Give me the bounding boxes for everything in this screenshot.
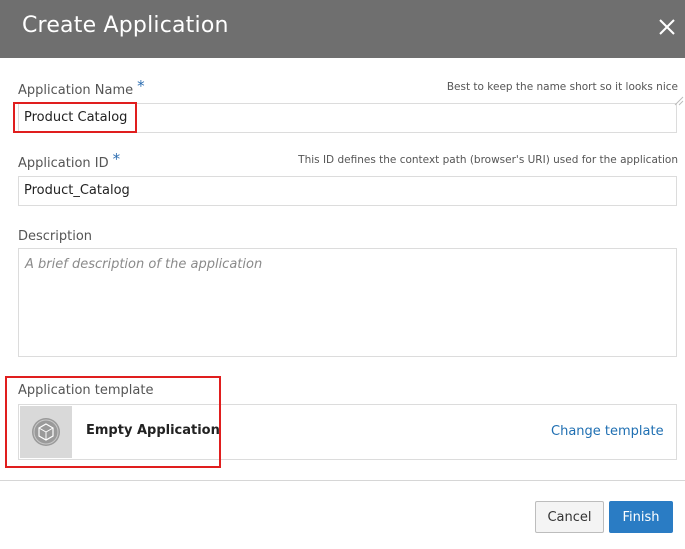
app-name-hint: Best to keep the name short so it looks … bbox=[446, 81, 678, 93]
finish-button[interactable]: Finish bbox=[609, 501, 673, 533]
change-template-link[interactable]: Change template bbox=[551, 424, 664, 439]
description-label: Description bbox=[18, 229, 93, 244]
cube-icon bbox=[32, 418, 60, 446]
app-name-label-text: Application Name bbox=[18, 83, 134, 98]
app-id-label-text: Application ID bbox=[18, 156, 109, 171]
close-icon[interactable] bbox=[656, 16, 678, 38]
cancel-button[interactable]: Cancel bbox=[535, 501, 604, 533]
dialog-title: Create Application bbox=[22, 13, 229, 38]
required-marker: * bbox=[137, 77, 145, 95]
required-marker: * bbox=[112, 150, 121, 168]
template-thumbnail bbox=[20, 406, 72, 458]
app-name-input[interactable]: Product Catalog bbox=[18, 103, 677, 133]
dialog-header: Create Application bbox=[0, 0, 685, 58]
app-name-value: Product Catalog bbox=[24, 110, 128, 125]
app-name-label: Application Name * bbox=[18, 77, 145, 98]
template-label: Application template bbox=[18, 383, 154, 398]
app-id-label: Application ID * bbox=[18, 150, 121, 171]
footer-divider bbox=[0, 480, 685, 481]
app-id-value: Product_Catalog bbox=[24, 183, 130, 198]
description-textarea[interactable]: A brief description of the application bbox=[18, 248, 677, 357]
resize-handle-icon[interactable] bbox=[672, 91, 684, 106]
app-id-input[interactable]: Product_Catalog bbox=[18, 176, 677, 206]
app-id-hint: This ID defines the context path (browse… bbox=[298, 154, 678, 166]
template-name: Empty Application bbox=[86, 423, 220, 438]
description-placeholder: A brief description of the application bbox=[25, 257, 263, 272]
